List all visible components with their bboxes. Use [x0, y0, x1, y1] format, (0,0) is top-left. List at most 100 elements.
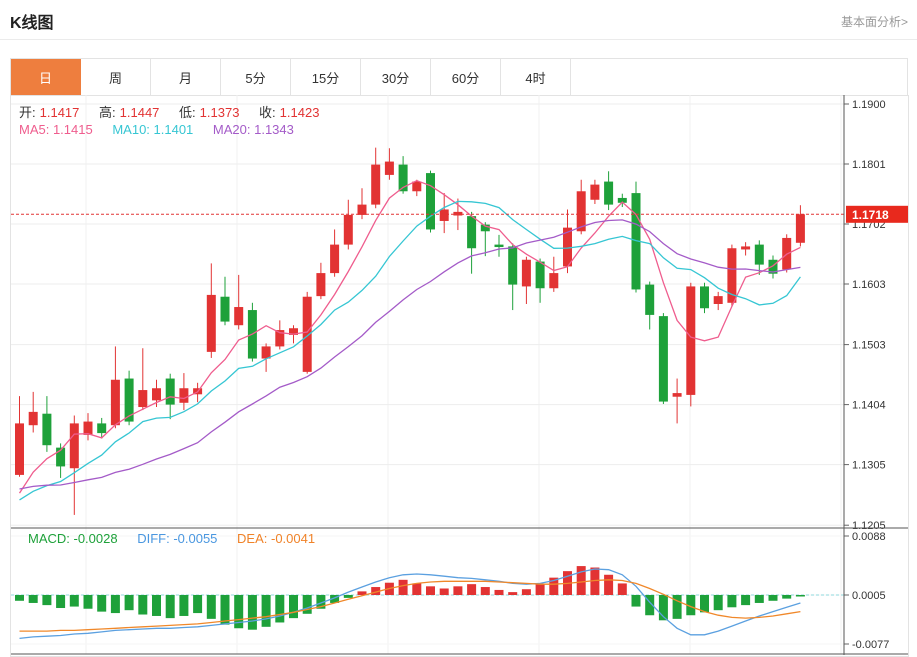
candle-body — [344, 215, 353, 245]
candle-body — [385, 162, 394, 175]
candle-body — [714, 296, 723, 304]
macd-tick-label: 0.0088 — [852, 531, 886, 543]
macd-layer — [11, 566, 844, 638]
tab-period-4[interactable]: 15分 — [291, 59, 361, 95]
macd-bar — [70, 595, 79, 607]
macd-bar — [632, 595, 641, 607]
macd-bar — [97, 595, 106, 612]
tab-period-2[interactable]: 月 — [151, 59, 221, 95]
header: K线图 基本面分析> — [0, 0, 917, 40]
candle-body — [659, 316, 668, 401]
tab-period-5[interactable]: 30分 — [361, 59, 431, 95]
macd-bar — [152, 595, 161, 616]
candle-body — [645, 285, 654, 315]
candle-body — [125, 379, 134, 422]
tab-period-0[interactable]: 日 — [11, 59, 81, 95]
candle-body — [303, 297, 312, 372]
candle-body — [549, 273, 558, 288]
candle-body — [700, 286, 709, 308]
dea-line — [20, 580, 801, 631]
candle-body — [590, 185, 599, 200]
candle-body — [221, 297, 230, 322]
page-title: K线图 — [10, 9, 54, 33]
macd-bar — [522, 589, 531, 595]
macd-bar — [453, 586, 462, 595]
macd-bar — [536, 584, 545, 595]
macd-bar — [440, 588, 449, 595]
candle-body — [426, 173, 435, 229]
macd-bar — [673, 595, 682, 619]
price-tick-label: 1.1503 — [852, 340, 886, 352]
macd-bar — [138, 595, 147, 615]
price-tick-label: 1.1305 — [852, 460, 886, 472]
tab-period-3[interactable]: 5分 — [221, 59, 291, 95]
macd-bar — [481, 587, 490, 595]
candle-body — [495, 245, 504, 247]
candle-body — [234, 307, 243, 325]
macd-tick-label: 0.0005 — [852, 590, 886, 602]
macd-bar — [618, 583, 627, 595]
candle-body — [29, 412, 38, 425]
candle-body — [138, 390, 147, 407]
price-tick-label: 1.1801 — [852, 159, 886, 171]
ma10-line — [20, 201, 801, 500]
period-tabs: 日周月5分15分30分60分4时 — [10, 58, 908, 96]
candle-body — [453, 212, 462, 216]
candle-body — [755, 245, 764, 265]
tab-period-1[interactable]: 周 — [81, 59, 151, 95]
candle-body — [467, 216, 476, 248]
candle-body — [741, 246, 750, 249]
macd-bar — [42, 595, 51, 605]
kline-chart[interactable]: 1.19001.18011.17021.16031.15031.14041.13… — [11, 95, 908, 655]
macd-bar — [426, 586, 435, 595]
ma5-line — [20, 181, 801, 493]
macd-bar — [467, 584, 476, 595]
fundamental-analysis-link[interactable]: 基本面分析> — [841, 13, 908, 30]
candle-body — [179, 388, 188, 403]
chart-container: 1.19001.18011.17021.16031.15031.14041.13… — [10, 95, 909, 657]
candle-body — [330, 245, 339, 273]
page: K线图 基本面分析> 日周月5分15分30分60分4时 1.1900 1.1801… — [0, 0, 917, 657]
price-axis: 1.19001.18011.17021.16031.15031.14041.13… — [11, 95, 908, 655]
candle-body — [70, 423, 79, 468]
price-tick-label: 1.1603 — [852, 279, 886, 291]
macd-bar — [344, 595, 353, 598]
ma20-line — [20, 220, 801, 489]
macd-bar — [769, 595, 778, 601]
tab-period-7[interactable]: 4时 — [501, 59, 571, 95]
macd-bar — [179, 595, 188, 616]
macd-bar — [15, 595, 24, 601]
macd-bar — [303, 595, 312, 614]
candle-body — [42, 414, 51, 446]
macd-bar — [207, 595, 216, 619]
macd-bar — [193, 595, 202, 613]
macd-bar — [248, 595, 257, 630]
ma-lines-layer — [20, 181, 801, 500]
candle-body — [84, 422, 93, 435]
macd-bar — [604, 575, 613, 595]
candle-body — [412, 182, 421, 192]
candle-body — [316, 273, 325, 296]
macd-bar — [782, 595, 791, 599]
macd-bar — [495, 590, 504, 595]
macd-bar — [166, 595, 175, 618]
macd-bar — [796, 595, 805, 597]
price-tick-label: 1.1900 — [852, 99, 886, 111]
current-price-label: 1.1718 — [852, 208, 889, 222]
candle-body — [111, 380, 120, 425]
candle-body — [152, 388, 161, 400]
macd-bar — [289, 595, 298, 618]
macd-bar — [125, 595, 134, 610]
macd-tick-label: -0.0077 — [852, 639, 889, 651]
tab-period-6[interactable]: 60分 — [431, 59, 501, 95]
price-tick-label: 1.1404 — [852, 400, 886, 412]
macd-bar — [741, 595, 750, 605]
macd-bar — [727, 595, 736, 607]
macd-bar — [508, 592, 517, 595]
macd-bar — [84, 595, 93, 609]
macd-bar — [111, 595, 120, 613]
candle-body — [207, 295, 216, 352]
candle-body — [536, 262, 545, 289]
macd-bar — [412, 583, 421, 595]
candle-body — [508, 246, 517, 284]
